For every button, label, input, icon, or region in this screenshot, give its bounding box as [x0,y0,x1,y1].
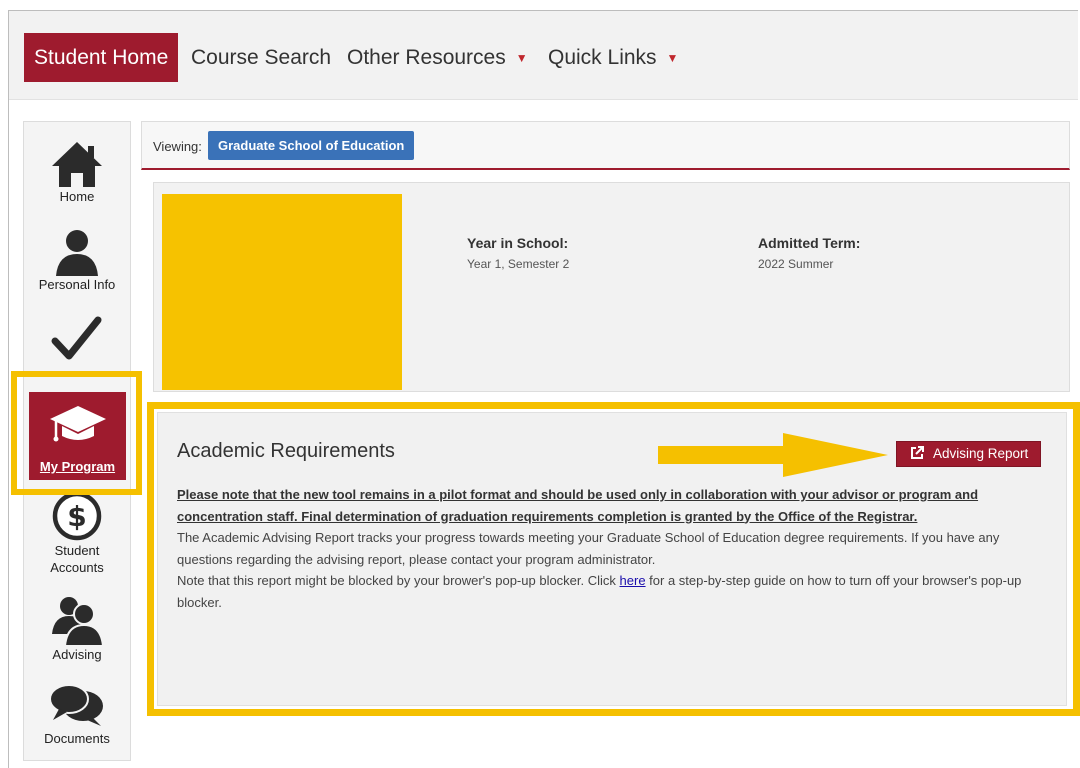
sidebar-item-home[interactable]: Home [24,140,130,205]
report-description: The Academic Advising Report tracks your… [177,530,1000,567]
nav-course-search[interactable]: Course Search [191,33,331,82]
external-link-icon [911,446,924,459]
sidebar-item-grades[interactable] [24,314,130,366]
year-in-school-label: Year in School: [467,235,569,251]
sidebar-item-label: Personal Info [38,277,116,292]
sidebar-item-advising[interactable]: Advising [24,594,130,663]
sidebar-item-label: My Program [39,459,116,474]
academic-requirements-panel: Academic Requirements Advising Report Pl… [157,412,1067,706]
viewing-label: Viewing: [153,139,202,154]
people-icon [52,597,105,646]
section-title: Academic Requirements [177,440,395,462]
popup-blocker-note: Note that this report might be blocked b… [177,570,1047,613]
pilot-notice: Please note that the new tool remains in… [177,487,979,524]
home-icon [52,142,102,187]
popup-guide-link[interactable]: here [620,573,646,588]
popup-note-text: Note that this report might be blocked b… [177,573,620,588]
arrow-right-icon [658,433,888,477]
nav-student-home[interactable]: Student Home [24,33,179,82]
person-icon [56,230,98,276]
nav-label: Student Home [34,46,169,69]
requirements-text: Please note that the new tool remains in… [177,484,1047,613]
dollar-icon: $ [52,491,102,541]
nav-label: Course Search [191,46,332,69]
sidebar: Home Personal Info My Program $ Student … [23,121,131,761]
sidebar-item-my-program[interactable]: My Program [29,392,126,480]
viewing-bar: Viewing: Graduate School of Education [141,121,1070,170]
sidebar-item-label: Advising [52,647,102,662]
nav-label: Other Resources [347,46,506,69]
sidebar-item-documents[interactable]: Documents [24,682,130,747]
program-badge[interactable]: Graduate School of Education [208,131,415,160]
admitted-term-value: 2022 Summer [758,257,834,271]
sidebar-item-student-accounts[interactable]: $ Student Accounts [24,490,130,576]
nav-label: Quick Links [548,46,657,69]
top-navigation: Student Home Course Search Other Resourc… [9,11,1078,100]
checkmark-icon [51,316,102,360]
nav-quick-links[interactable]: Quick Links ▼ [548,33,678,82]
sidebar-item-label: Home [59,189,95,204]
caret-down-icon: ▼ [666,51,679,65]
svg-text:$: $ [67,500,86,533]
student-photo-placeholder [162,194,402,390]
sidebar-item-label: Student Accounts [50,543,104,575]
nav-other-resources[interactable]: Other Resources ▼ [347,33,528,82]
advising-report-button[interactable]: Advising Report [896,441,1042,467]
sidebar-item-label: Documents [44,731,110,746]
year-in-school-value: Year 1, Semester 2 [467,257,570,271]
admitted-term-label: Admitted Term: [758,235,861,251]
advising-report-label: Advising Report [933,446,1029,461]
sidebar-item-personal-info[interactable]: Personal Info [24,228,130,293]
speech-bubbles-icon [49,684,103,726]
caret-down-icon: ▼ [515,51,528,65]
student-info-card: Year in School: Year 1, Semester 2 Admit… [153,182,1070,392]
graduation-cap-icon [49,406,106,442]
